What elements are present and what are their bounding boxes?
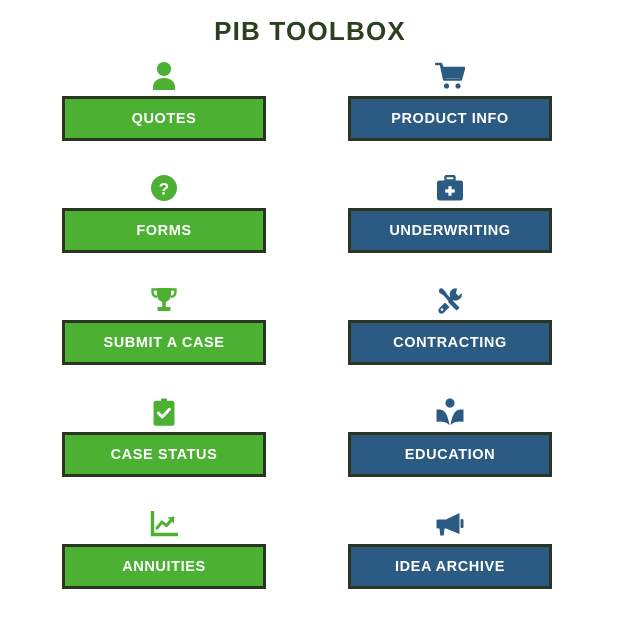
megaphone-icon: [435, 506, 465, 542]
product-info-button[interactable]: PRODUCT INFO: [348, 96, 552, 141]
quotes-button[interactable]: QUOTES: [62, 96, 266, 141]
first-aid-kit-icon: [436, 170, 464, 206]
clipboard-check-icon: [152, 394, 176, 430]
question-circle-icon: ?: [150, 170, 178, 206]
tile-case-status: CASE STATUS: [0, 394, 310, 506]
underwriting-button[interactable]: UNDERWRITING: [348, 208, 552, 253]
idea-archive-button[interactable]: IDEA ARCHIVE: [348, 544, 552, 589]
tile-contracting: CONTRACTING: [310, 282, 620, 394]
tile-forms: ? FORMS: [0, 170, 310, 282]
tools-icon: [435, 282, 465, 318]
user-icon: [150, 58, 178, 94]
case-status-button[interactable]: CASE STATUS: [62, 432, 266, 477]
tile-underwriting: UNDERWRITING: [310, 170, 620, 282]
shopping-cart-icon: [435, 58, 465, 94]
contracting-button[interactable]: CONTRACTING: [348, 320, 552, 365]
svg-text:?: ?: [159, 180, 169, 199]
forms-button[interactable]: FORMS: [62, 208, 266, 253]
line-chart-icon: [150, 506, 178, 542]
tile-annuities: ANNUITIES: [0, 506, 310, 618]
page-title: PIB TOOLBOX: [214, 16, 406, 46]
tile-education: EDUCATION: [310, 394, 620, 506]
annuities-button[interactable]: ANNUITIES: [62, 544, 266, 589]
submit-a-case-button[interactable]: SUBMIT A CASE: [62, 320, 266, 365]
trophy-icon: [150, 282, 178, 318]
open-book-reader-icon: [435, 394, 465, 430]
tile-idea-archive: IDEA ARCHIVE: [310, 506, 620, 618]
tile-quotes: QUOTES: [0, 58, 310, 170]
tile-product-info: PRODUCT INFO: [310, 58, 620, 170]
tile-submit-a-case: SUBMIT A CASE: [0, 282, 310, 394]
pib-toolbox-page: PIB TOOLBOX QUOTES PRODUCT INFO ? FORMS …: [0, 0, 620, 620]
toolbox-tile-grid: QUOTES PRODUCT INFO ? FORMS UNDERWRITING…: [0, 58, 620, 618]
education-button[interactable]: EDUCATION: [348, 432, 552, 477]
